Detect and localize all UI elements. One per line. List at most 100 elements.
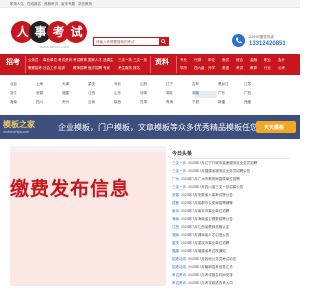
nav-link[interactable]: 警察招考: [28, 66, 43, 71]
nav-link[interactable]: 面试: [222, 58, 236, 63]
list-item-tag[interactable]: 成都: [172, 201, 179, 205]
region-link[interactable]: 云南: [88, 100, 114, 105]
list-item[interactable]: 成都 2025年7月成都市公安局招聘辅警: [172, 201, 290, 209]
list-item-title[interactable]: 2025年7月成都市公安局招聘辅警: [181, 201, 233, 205]
nav-link[interactable]: 三支一扶: [118, 58, 133, 63]
nav-section-exams[interactable]: 招考: [6, 57, 20, 67]
nav-link[interactable]: 三支一扶: [133, 58, 148, 63]
region-link[interactable]: 山西: [140, 82, 166, 87]
list-item[interactable]: 三支一扶 2025年7月四川省三支一扶招募公告: [172, 185, 290, 193]
region-link[interactable]: 青海: [166, 100, 192, 105]
region-link[interactable]: 吉林: [192, 82, 218, 87]
nav-link[interactable]: 行业: [264, 66, 278, 71]
banner-badge[interactable]: 天天模板: [256, 121, 296, 133]
list-item[interactable]: 三支一扶 2025年7月辽宁兴城市高速服务区业务员招聘: [172, 161, 290, 169]
region-link[interactable]: 北京: [10, 82, 36, 87]
hero-image[interactable]: 缴费发布信息: [10, 146, 166, 286]
region-link[interactable]: 重庆: [88, 82, 114, 87]
nav-link[interactable]: 教师招聘: [73, 66, 88, 71]
topbar-link[interactable]: 资格考试: [44, 2, 58, 7]
region-link[interactable]: 辽宁: [166, 82, 192, 87]
region-link[interactable]: 河北: [114, 82, 140, 87]
list-item[interactable]: 江西 2025年7月江西省教师资格认定: [172, 225, 290, 233]
region-link[interactable]: 宁夏: [192, 100, 218, 105]
region-link[interactable]: 贵州: [62, 100, 88, 105]
list-item[interactable]: 招考动态 2025年7月最新招考信息汇总: [172, 265, 290, 273]
list-item[interactable]: 考试资讯 2025年7月考试报名时间安排: [172, 273, 290, 281]
list-item-title[interactable]: 2025年7月最新招考信息汇总: [188, 265, 233, 269]
list-item[interactable]: 海南 2025年7月海南省卫健委招聘公告: [172, 217, 290, 225]
list-item-tag[interactable]: 安徽: [172, 193, 179, 197]
list-item[interactable]: 重庆 2025年7月重庆市事业单位招聘: [172, 241, 290, 249]
region-link[interactable]: 江苏: [244, 82, 270, 87]
nav-link[interactable]: 考试资讯: [58, 58, 73, 63]
list-item-tag[interactable]: 江西: [172, 225, 179, 229]
topbar-link[interactable]: 学历教育: [78, 2, 92, 7]
nav-link[interactable]: 考试教育: [73, 58, 88, 63]
nav-link[interactable]: 四六级: [194, 66, 208, 71]
list-item-tag[interactable]: 南京: [172, 209, 179, 213]
topbar-link[interactable]: 职场人生: [10, 2, 24, 7]
list-item-tag[interactable]: 招考动态: [172, 265, 186, 269]
nav-link[interactable]: 会计: [278, 58, 292, 63]
list-item-tag[interactable]: 广州: [172, 177, 179, 181]
region-link[interactable]: 湖南: [192, 91, 218, 96]
nav-link[interactable]: 考试: [236, 66, 250, 71]
region-link[interactable]: 浙江: [10, 91, 36, 96]
region-link[interactable]: 甘肃: [140, 100, 166, 105]
nav-link[interactable]: 英语: [222, 66, 236, 71]
list-item[interactable]: 广州 2025年7月广州市教育局直属单位招聘: [172, 177, 290, 185]
nav-link[interactable]: 选调生: [103, 58, 118, 63]
list-item-title[interactable]: 2025年7月考试报名时间安排: [188, 273, 233, 277]
region-link[interactable]: 海南: [10, 100, 36, 105]
nav-link[interactable]: 行测: [194, 58, 208, 63]
nav-link[interactable]: 专家: [103, 66, 118, 71]
list-item-tag[interactable]: 海南: [172, 217, 179, 221]
nav-link[interactable]: 金融: [250, 58, 264, 63]
region-link[interactable]: 陕西: [114, 100, 140, 105]
nav-link[interactable]: 升学: [208, 66, 222, 71]
list-item-title[interactable]: 2025年7月福建省考试院通知: [181, 249, 226, 253]
region-link[interactable]: 江西: [88, 91, 114, 96]
region-link[interactable]: 西藏: [244, 100, 270, 105]
nav-link[interactable]: 医疗招聘: [88, 66, 103, 71]
region-link[interactable]: 四川: [36, 100, 62, 105]
nav-link[interactable]: 社会工作: [43, 66, 58, 71]
list-item-tag[interactable]: 湖南: [172, 233, 179, 237]
hotline-number[interactable]: 13312420851: [249, 41, 286, 47]
list-item-title[interactable]: 2025年7月江西省教师资格认定: [181, 225, 229, 229]
list-item[interactable]: 福建 2025年7月福建省考试院通知: [172, 249, 290, 257]
topbar-link[interactable]: 在线报名: [27, 2, 41, 7]
list-item-tag[interactable]: 三支一扶: [172, 185, 186, 189]
list-item-tag[interactable]: 考试资讯: [172, 281, 186, 285]
list-item-title[interactable]: 2025年7月辽宁兴城市高速服务区业务员招聘: [188, 161, 257, 165]
region-link[interactable]: 天津: [62, 82, 88, 87]
nav-link[interactable]: 综合: [236, 58, 250, 63]
list-item[interactable]: 三支一扶 2025年7月福建省服务区业务员招聘公告: [172, 169, 290, 177]
nav-link[interactable]: 考生服务: [118, 66, 133, 71]
nav-link[interactable]: 学历: [180, 66, 194, 71]
list-item[interactable]: 考试资讯 2025年7月考试成绩查询入口: [172, 281, 290, 289]
list-item-title[interactable]: 2025年7月重庆市事业单位招聘: [181, 241, 229, 245]
search-button[interactable]: [159, 38, 168, 45]
list-item[interactable]: 安徽 2025年7月安徽省人事考试院公告: [172, 193, 290, 201]
nav-link[interactable]: 申论: [208, 58, 222, 63]
region-link[interactable]: 上海: [36, 82, 62, 87]
nav-link[interactable]: 专业: [180, 58, 194, 63]
nav-link[interactable]: 报名: [133, 66, 148, 71]
list-item-title[interactable]: 2025年7月各地公务员考试动态: [188, 257, 236, 261]
list-item-tag[interactable]: 考试资讯: [172, 273, 186, 277]
list-item-title[interactable]: 2025年7月考试成绩查询入口: [188, 281, 233, 285]
region-link[interactable]: 广西: [244, 91, 270, 96]
list-item-title[interactable]: 2025年7月湖南省人才引进公告: [181, 233, 229, 237]
list-item-title[interactable]: 2025年7月广州市教育局直属单位招聘: [181, 177, 240, 181]
nav-link[interactable]: 教育: [250, 66, 264, 71]
nav-link[interactable]: 公务员: [28, 58, 43, 63]
region-link[interactable]: 新疆: [218, 100, 244, 105]
region-link[interactable]: 广东: [218, 91, 244, 96]
topbar-link[interactable]: 宣传专题: [61, 2, 75, 7]
list-item-tag[interactable]: 福建: [172, 249, 179, 253]
ad-banner[interactable]: 模板之家 mubanzhijia.com 企业模板，门户模板，文章模板等众多优秀…: [0, 115, 300, 139]
list-item-title[interactable]: 2025年7月安徽省人事考试院公告: [181, 193, 233, 197]
region-link[interactable]: 黑龙江: [218, 82, 244, 87]
